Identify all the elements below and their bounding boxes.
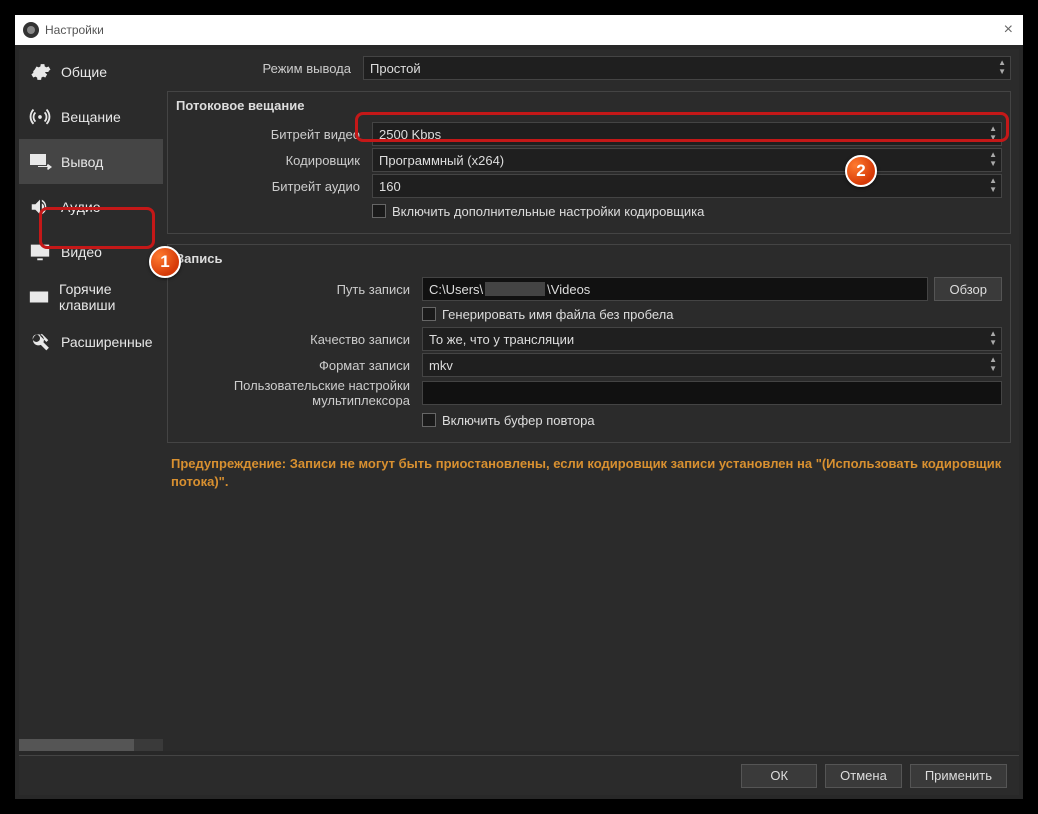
audio-bitrate-dropdown[interactable]: 160 ▲▼ — [372, 174, 1002, 198]
mux-row: Пользовательские настройки мультиплексор… — [176, 378, 1002, 408]
annotation-badge-1: 1 — [149, 246, 181, 278]
spinner-icon[interactable]: ▲▼ — [989, 124, 997, 142]
record-path-suffix: \Videos — [547, 282, 590, 297]
audio-bitrate-label: Битрейт аудио — [176, 179, 366, 194]
record-quality-row: Качество записи То же, что у трансляции … — [176, 326, 1002, 352]
chevron-updown-icon: ▲▼ — [989, 355, 997, 373]
chevron-updown-icon: ▲▼ — [989, 150, 997, 168]
settings-window: Настройки × Общие Вещание — [15, 15, 1023, 799]
sidebar-item-label: Горячие клавиши — [59, 281, 163, 313]
gen-filename-checkbox[interactable] — [422, 307, 436, 321]
encoder-row: Кодировщик Программный (x264) ▲▼ — [176, 147, 1002, 173]
app-icon — [23, 22, 39, 38]
mux-label: Пользовательские настройки мультиплексор… — [176, 378, 416, 408]
broadcast-icon — [27, 104, 53, 130]
record-path-row: Путь записи C:\Users\ \Videos Обзор — [176, 276, 1002, 302]
streaming-group: Потоковое вещание Битрейт видео 2500 Kbp… — [167, 91, 1011, 234]
sidebar-item-label: Видео — [61, 244, 102, 260]
adv-encoder-label: Включить дополнительные настройки кодиро… — [392, 204, 704, 219]
audio-bitrate-value: 160 — [379, 179, 401, 194]
record-quality-dropdown[interactable]: То же, что у трансляции ▲▼ — [422, 327, 1002, 351]
body: Общие Вещание Вывод — [15, 45, 1023, 799]
sidebar-item-label: Вещание — [61, 109, 121, 125]
replay-buffer-label: Включить буфер повтора — [442, 413, 595, 428]
adv-encoder-checkbox[interactable] — [372, 204, 386, 218]
gen-filename-label: Генерировать имя файла без пробела — [442, 307, 674, 322]
encoder-value: Программный (x264) — [379, 153, 504, 168]
sidebar: Общие Вещание Вывод — [19, 49, 163, 751]
replay-buffer-row: Включить буфер повтора — [422, 408, 1002, 432]
warning-text: Предупреждение: Записи не могут быть при… — [167, 449, 1011, 497]
recording-title: Запись — [176, 251, 1002, 266]
record-format-dropdown[interactable]: mkv ▲▼ — [422, 353, 1002, 377]
gear-icon — [27, 59, 53, 85]
encoder-dropdown[interactable]: Программный (x264) ▲▼ — [372, 148, 1002, 172]
record-path-prefix: C:\Users\ — [429, 282, 483, 297]
record-format-value: mkv — [429, 358, 453, 373]
video-bitrate-row: Битрейт видео 2500 Kbps ▲▼ — [176, 121, 1002, 147]
tools-icon — [27, 329, 53, 355]
replay-buffer-checkbox[interactable] — [422, 413, 436, 427]
redacted-segment — [485, 282, 545, 296]
sidebar-item-label: Аудио — [61, 199, 101, 215]
encoder-label: Кодировщик — [176, 153, 366, 168]
mux-input[interactable] — [422, 381, 1002, 405]
scrollbar-thumb[interactable] — [19, 739, 134, 751]
sidebar-item-label: Расширенные — [61, 334, 153, 350]
cancel-button[interactable]: Отмена — [825, 764, 902, 788]
record-format-row: Формат записи mkv ▲▼ — [176, 352, 1002, 378]
output-mode-label: Режим вывода — [167, 61, 357, 76]
monitor-icon — [27, 239, 53, 265]
output-mode-dropdown[interactable]: Простой ▲▼ — [363, 56, 1011, 80]
titlebar: Настройки × — [15, 15, 1023, 45]
sidebar-item-output[interactable]: Вывод — [19, 139, 163, 184]
chevron-updown-icon: ▲▼ — [998, 58, 1006, 76]
output-mode-value: Простой — [370, 61, 421, 76]
output-mode-row: Режим вывода Простой ▲▼ — [167, 55, 1011, 81]
chevron-updown-icon: ▲▼ — [989, 176, 997, 194]
video-bitrate-label: Битрейт видео — [176, 127, 366, 142]
annotation-badge-2: 2 — [845, 155, 877, 187]
sidebar-item-label: Общие — [61, 64, 107, 80]
record-path-label: Путь записи — [176, 282, 416, 297]
window-title: Настройки — [45, 23, 104, 37]
record-quality-value: То же, что у трансляции — [429, 332, 574, 347]
sidebar-item-audio[interactable]: Аудио — [19, 184, 163, 229]
sidebar-item-label: Вывод — [61, 154, 103, 170]
apply-button[interactable]: Применить — [910, 764, 1007, 788]
speaker-icon — [27, 194, 53, 220]
close-icon[interactable]: × — [1004, 21, 1013, 39]
adv-encoder-row: Включить дополнительные настройки кодиро… — [372, 199, 1002, 223]
output-icon — [27, 149, 53, 175]
ok-button[interactable]: ОК — [741, 764, 817, 788]
sidebar-item-hotkeys[interactable]: Горячие клавиши — [19, 274, 163, 319]
record-format-label: Формат записи — [176, 358, 416, 373]
sidebar-scrollbar[interactable] — [19, 739, 163, 751]
record-quality-label: Качество записи — [176, 332, 416, 347]
record-path-input[interactable]: C:\Users\ \Videos — [422, 277, 928, 301]
browse-button[interactable]: Обзор — [934, 277, 1002, 301]
keyboard-icon — [27, 284, 51, 310]
gen-filename-row: Генерировать имя файла без пробела — [422, 302, 1002, 326]
sidebar-item-general[interactable]: Общие — [19, 49, 163, 94]
video-bitrate-value: 2500 Kbps — [379, 127, 441, 142]
main-content: Режим вывода Простой ▲▼ Потоковое вещани… — [163, 49, 1019, 751]
audio-bitrate-row: Битрейт аудио 160 ▲▼ — [176, 173, 1002, 199]
sidebar-item-stream[interactable]: Вещание — [19, 94, 163, 139]
streaming-title: Потоковое вещание — [176, 98, 1002, 113]
chevron-updown-icon: ▲▼ — [989, 329, 997, 347]
recording-group: Запись Путь записи C:\Users\ \Videos Обз… — [167, 244, 1011, 443]
video-bitrate-input[interactable]: 2500 Kbps ▲▼ — [372, 122, 1002, 146]
footer: ОК Отмена Применить — [19, 755, 1019, 795]
sidebar-item-video[interactable]: Видео — [19, 229, 163, 274]
sidebar-item-advanced[interactable]: Расширенные — [19, 319, 163, 364]
